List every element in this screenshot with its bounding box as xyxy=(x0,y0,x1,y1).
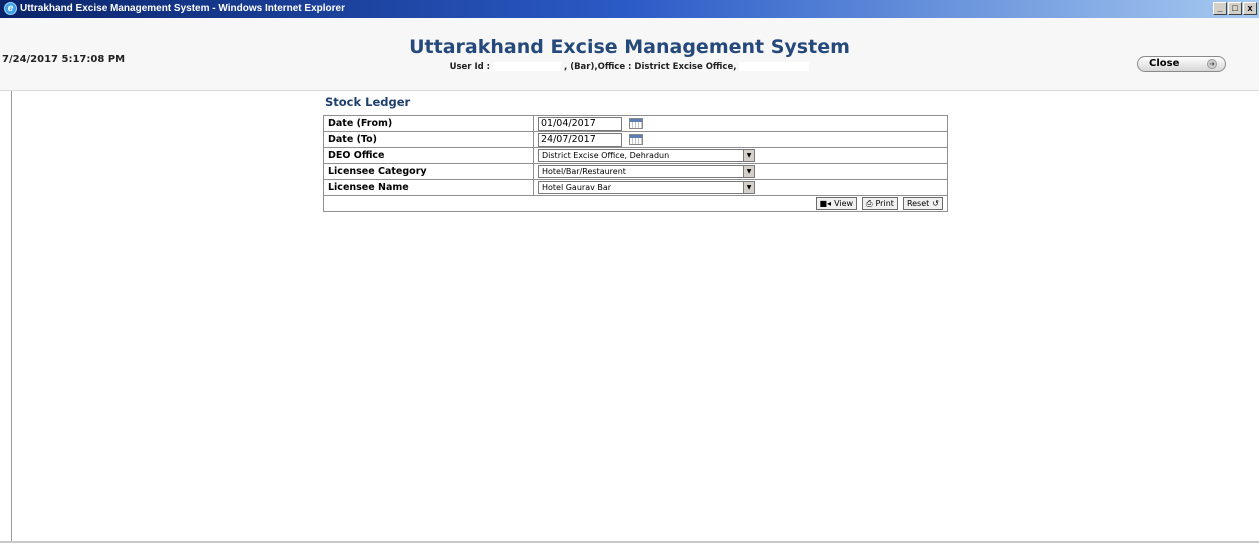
chevron-down-icon[interactable]: ▼ xyxy=(743,182,754,193)
window-title: Uttrakhand Excise Management System - Wi… xyxy=(20,3,345,14)
licensee-name-label: Licensee Name xyxy=(323,179,534,196)
licensee-name-value: Hotel Gaurav Bar xyxy=(542,183,612,192)
user-office-text: , (Bar),Office : District Excise Office, xyxy=(564,62,737,72)
form-title: Stock Ledger xyxy=(325,95,411,109)
app-title: Uttarakhand Excise Management System xyxy=(409,36,850,58)
print-button-label: Print xyxy=(875,199,894,208)
left-border xyxy=(11,91,12,541)
form-row-licensee-category: Licensee Category Hotel/Bar/Restaurent ▼ xyxy=(323,163,948,180)
date-from-cell: 01/04/2017 xyxy=(533,115,948,132)
user-info: User Id : , (Bar),Office : District Exci… xyxy=(0,62,1259,72)
ie-icon: e xyxy=(4,2,17,15)
date-from-input[interactable]: 01/04/2017 xyxy=(538,116,622,131)
minimize-button[interactable]: _ xyxy=(1213,2,1227,15)
form-row-deo-office: DEO Office District Excise Office, Dehra… xyxy=(323,147,948,164)
form-row-licensee-name: Licensee Name Hotel Gaurav Bar ▼ xyxy=(323,179,948,196)
window-controls: _ □ x xyxy=(1213,2,1257,15)
reset-button[interactable]: Reset ↺ xyxy=(902,197,943,210)
redacted-office-name xyxy=(739,62,810,71)
close-button-label: Close xyxy=(1149,58,1180,69)
printer-icon: ⎙ xyxy=(866,199,873,208)
chevron-down-icon[interactable]: ▼ xyxy=(743,166,754,177)
deo-office-label: DEO Office xyxy=(323,147,534,164)
form-actions: ■◂ View ⎙ Print Reset ↺ xyxy=(323,195,948,212)
deo-office-cell: District Excise Office, Dehradun ▼ xyxy=(533,147,948,164)
close-window-button[interactable]: x xyxy=(1243,2,1257,15)
form-actions-row: ■◂ View ⎙ Print Reset ↺ xyxy=(323,195,948,212)
bottom-border xyxy=(0,541,1259,543)
video-icon: ■◂ xyxy=(819,199,832,208)
licensee-category-select[interactable]: Hotel/Bar/Restaurent ▼ xyxy=(538,165,755,178)
chevron-down-icon[interactable]: ▼ xyxy=(743,150,754,161)
form-row-date-from: Date (From) 01/04/2017 xyxy=(323,115,948,132)
date-to-cell: 24/07/2017 xyxy=(533,131,948,148)
redacted-user-id xyxy=(493,62,562,71)
view-button[interactable]: ■◂ View xyxy=(815,197,858,210)
date-to-input[interactable]: 24/07/2017 xyxy=(538,132,622,147)
view-button-label: View xyxy=(834,199,854,208)
deo-office-select[interactable]: District Excise Office, Dehradun ▼ xyxy=(538,149,755,162)
user-id-label: User Id : xyxy=(449,62,491,72)
date-to-label: Date (To) xyxy=(323,131,534,148)
licensee-name-select[interactable]: Hotel Gaurav Bar ▼ xyxy=(538,181,755,194)
reset-button-label: Reset xyxy=(906,199,930,208)
window-title-bar: e Uttrakhand Excise Management System - … xyxy=(0,0,1259,18)
maximize-button[interactable]: □ xyxy=(1228,2,1242,15)
app-header: 7/24/2017 5:17:08 PM Uttarakhand Excise … xyxy=(0,18,1259,91)
licensee-category-label: Licensee Category xyxy=(323,163,534,180)
stock-ledger-form: Date (From) 01/04/2017 Date (To) 24/07/2… xyxy=(323,115,948,212)
calendar-icon[interactable] xyxy=(629,118,644,129)
licensee-category-cell: Hotel/Bar/Restaurent ▼ xyxy=(533,163,948,180)
close-button[interactable]: Close ➜ xyxy=(1137,56,1226,72)
licensee-category-value: Hotel/Bar/Restaurent xyxy=(542,167,626,176)
date-from-label: Date (From) xyxy=(323,115,534,132)
deo-office-value: District Excise Office, Dehradun xyxy=(542,151,670,160)
form-row-date-to: Date (To) 24/07/2017 xyxy=(323,131,948,148)
print-button[interactable]: ⎙ Print xyxy=(862,197,898,210)
licensee-name-cell: Hotel Gaurav Bar ▼ xyxy=(533,179,948,196)
calendar-icon[interactable] xyxy=(629,134,644,145)
undo-icon: ↺ xyxy=(932,199,939,208)
arrow-right-icon: ➜ xyxy=(1207,59,1217,69)
